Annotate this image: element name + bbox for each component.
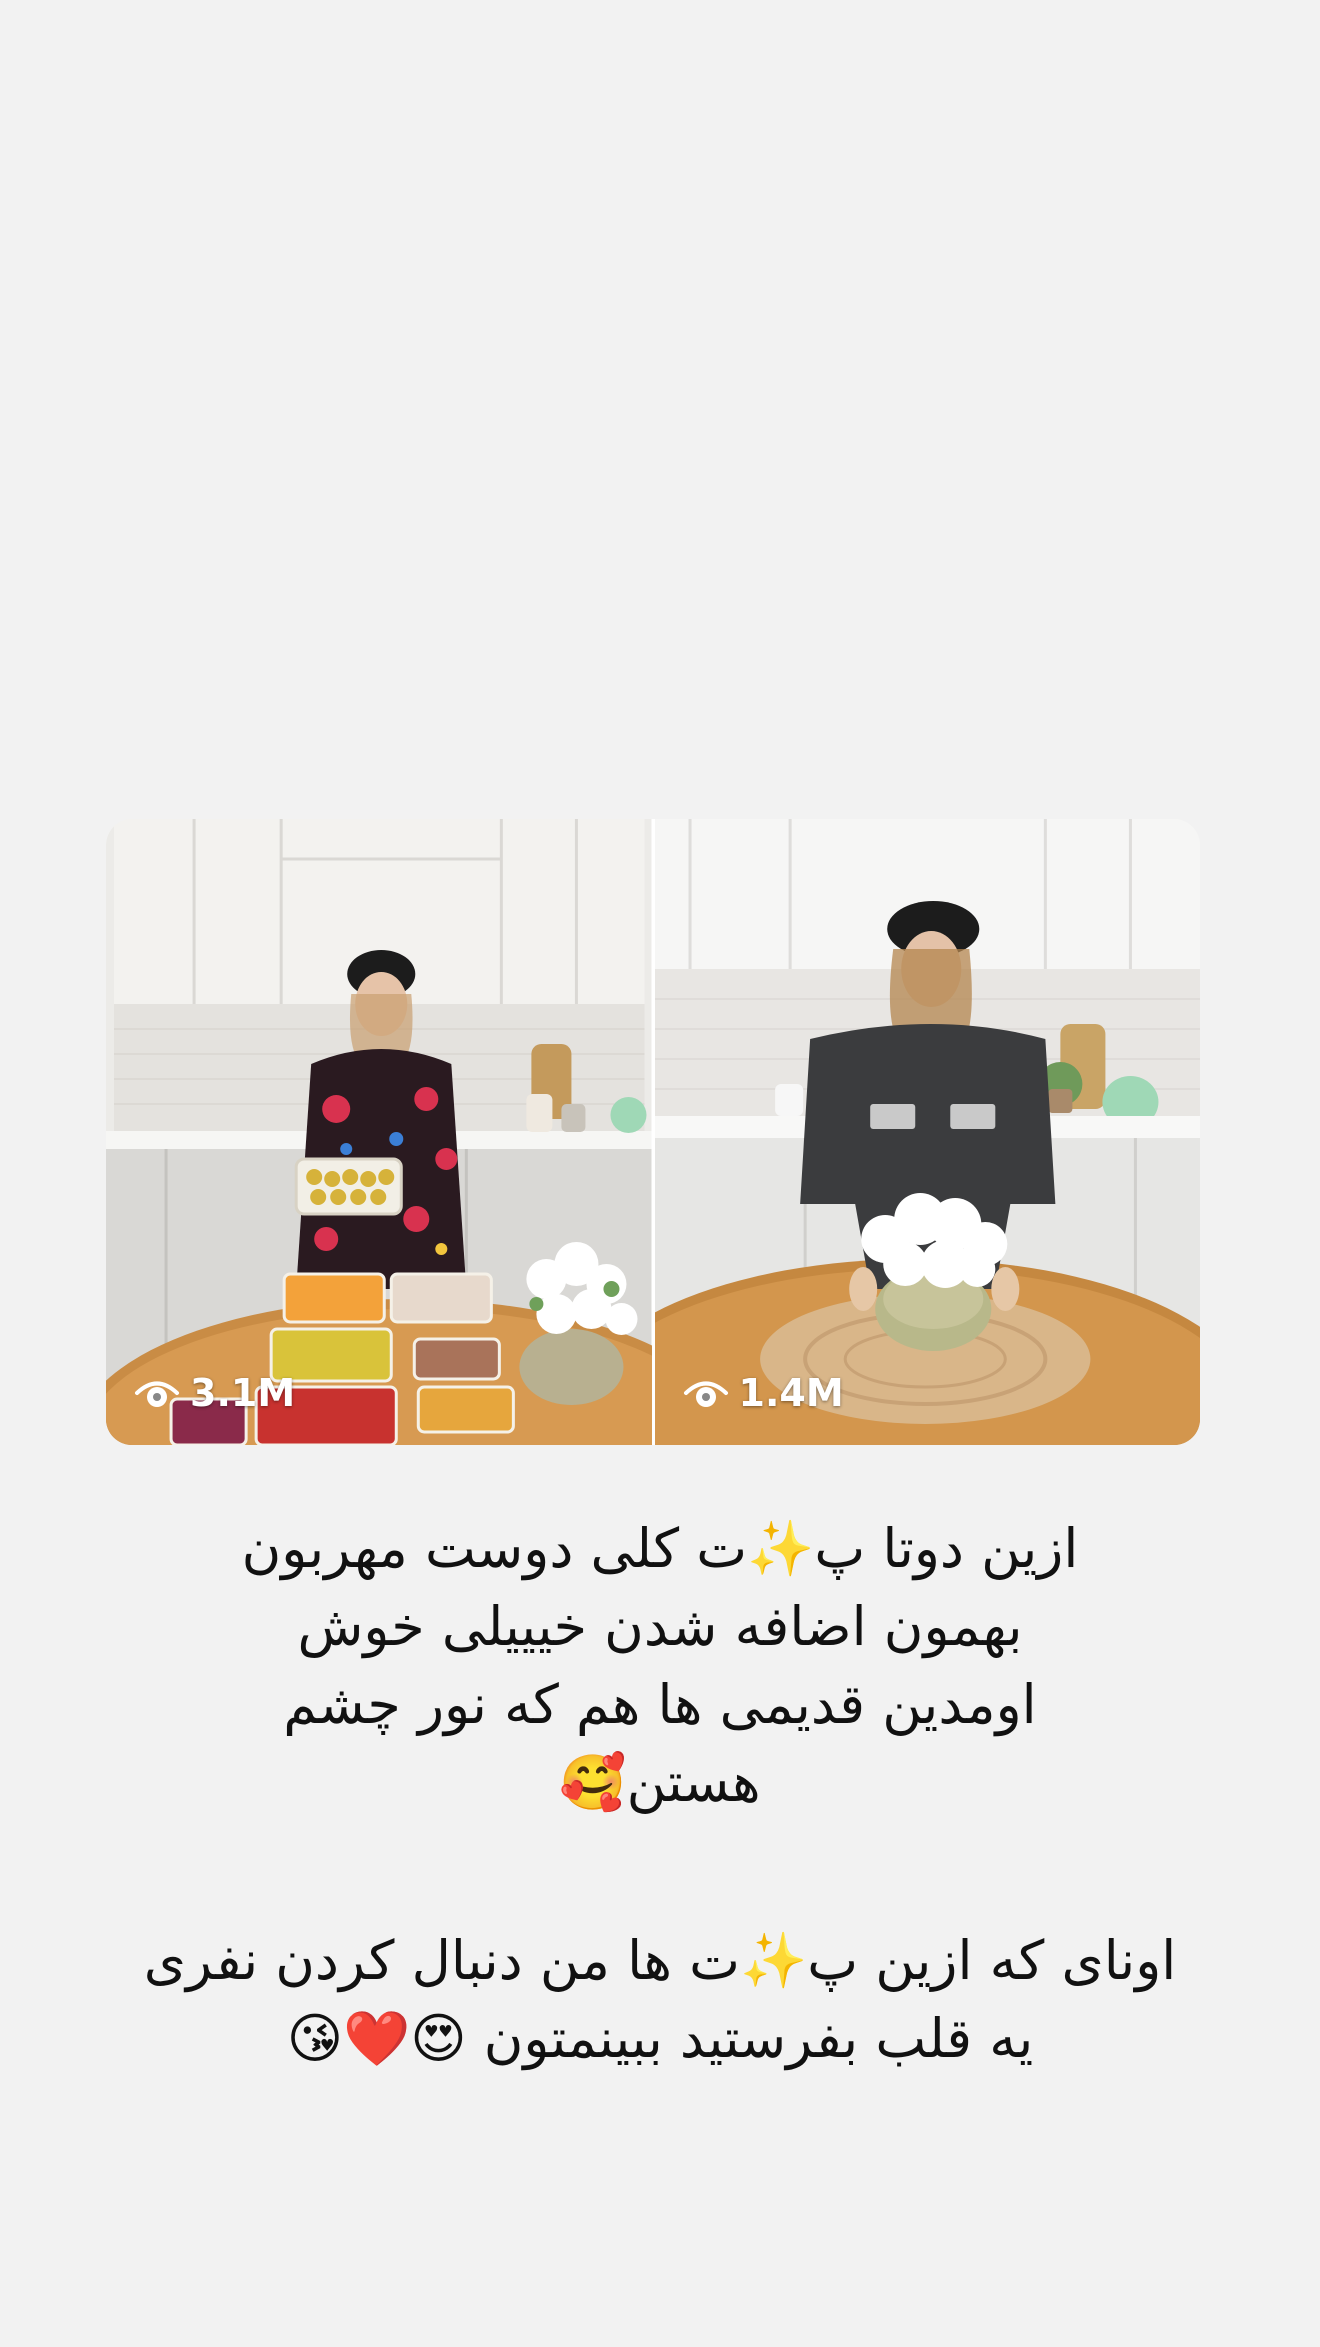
eye-icon — [683, 1381, 728, 1407]
caption-line: بهمون اضافه شدن خیییلی خوش — [297, 1595, 1023, 1658]
video-2-scene — [654, 819, 1200, 1445]
video-thumbnails: 3.1M 1.4M — [106, 819, 1200, 1445]
caption-line: اونای که ازین پ✨ت ها من دنبال کردن نفری — [143, 1929, 1177, 1992]
story-page: 3.1M 1.4M ازین دوتا پ✨ت کلی دوست مهربون … — [0, 0, 1320, 2347]
view-count-1: 3.1M — [134, 1371, 295, 1415]
caption-line: یه قلب بفرستید ببینمتون 😍❤️😘 — [286, 2007, 1034, 2070]
caption-line: اومدین قدیمی ها هم که نور چشم — [283, 1673, 1037, 1736]
video-thumbnail-1[interactable]: 3.1M — [106, 819, 652, 1445]
story-caption: ازین دوتا پ✨ت کلی دوست مهربون بهمون اضاف… — [110, 1510, 1210, 2078]
view-count-2: 1.4M — [683, 1371, 844, 1415]
caption-line: هستن🥰 — [559, 1751, 761, 1814]
view-count-1-text: 3.1M — [190, 1371, 296, 1415]
eye-icon — [135, 1381, 179, 1407]
video-1-scene — [106, 819, 652, 1445]
video-thumbnail-2[interactable]: 1.4M — [654, 819, 1200, 1445]
view-count-2-text: 1.4M — [738, 1371, 844, 1415]
caption-line: ازین دوتا پ✨ت کلی دوست مهربون — [241, 1517, 1079, 1580]
